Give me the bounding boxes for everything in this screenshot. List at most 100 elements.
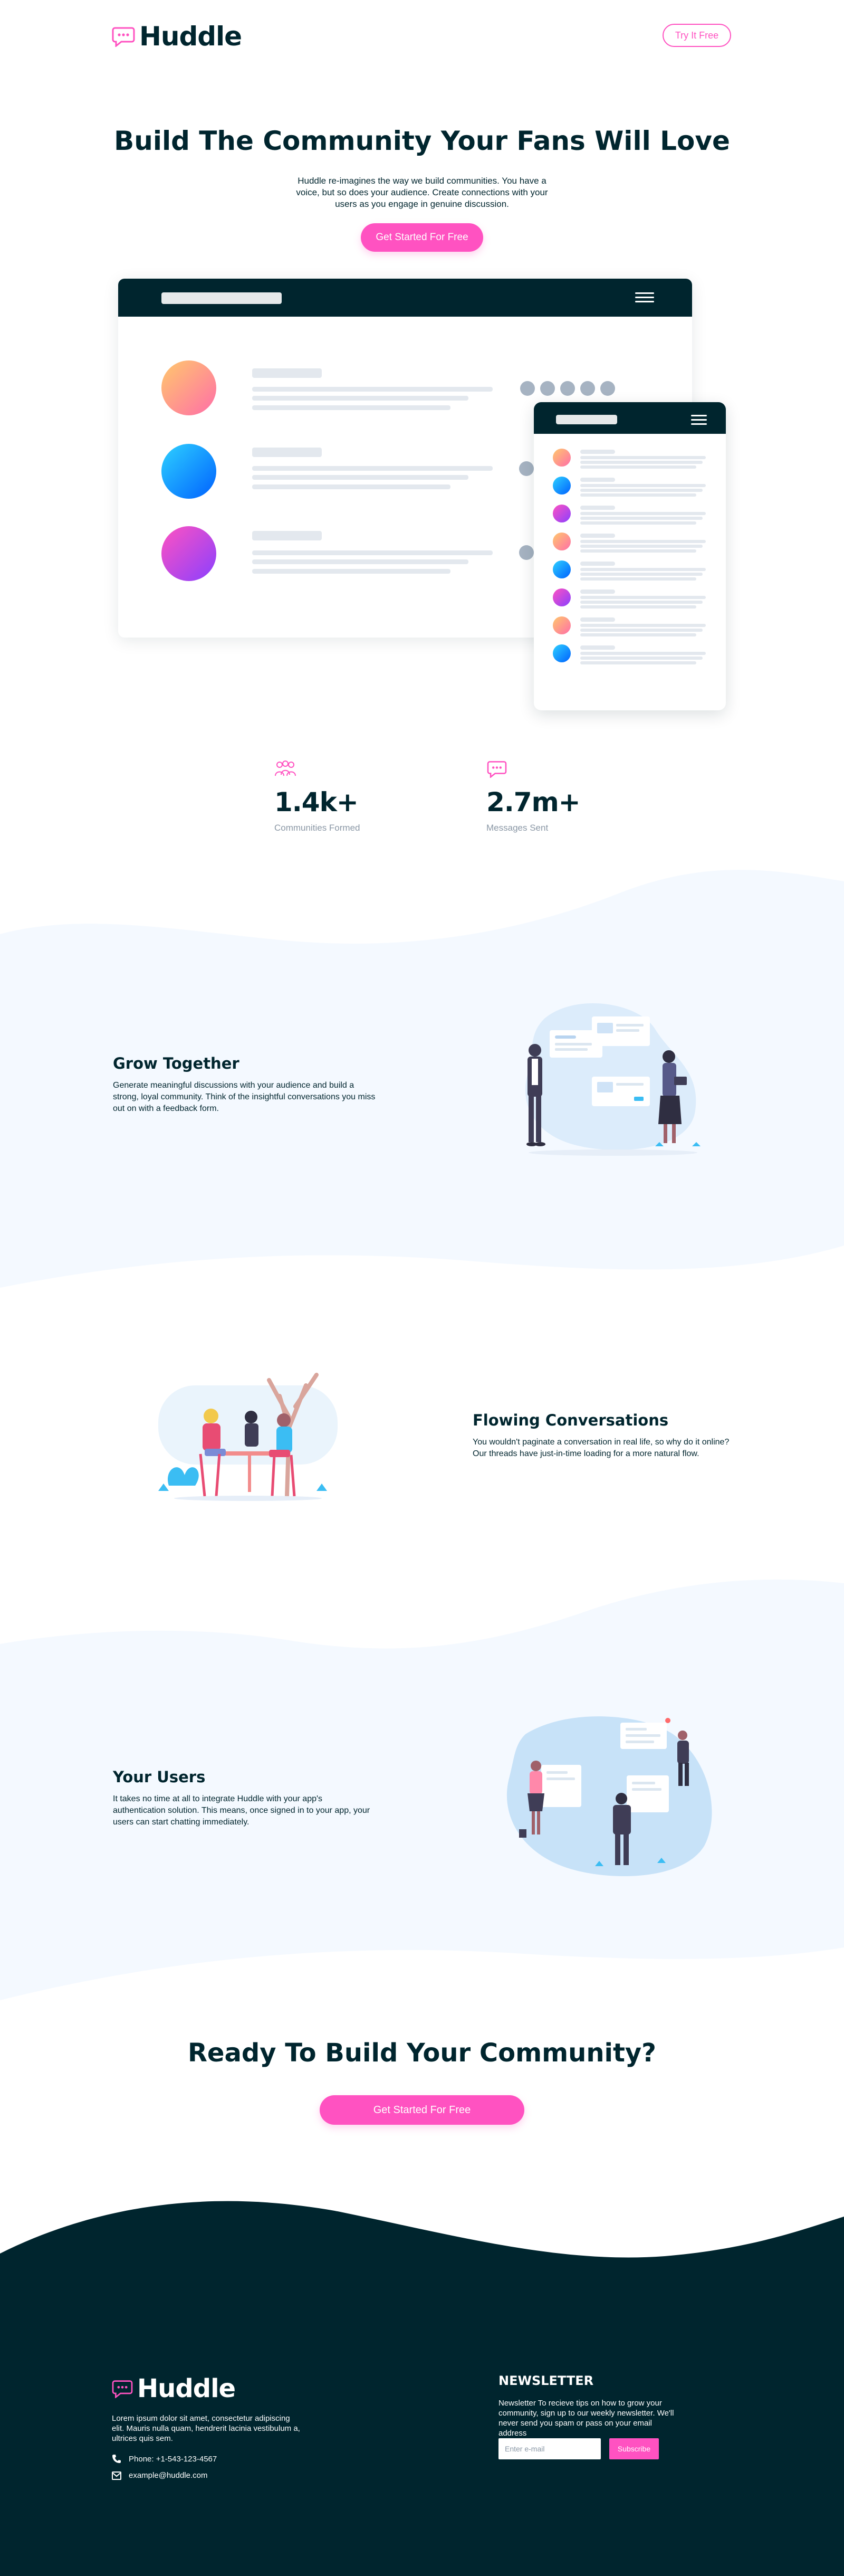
phone-text: Phone: +1-543-123-4567 bbox=[129, 2454, 217, 2464]
mobile-line bbox=[580, 545, 703, 548]
mobile-avatar bbox=[553, 505, 571, 522]
feature-text: You wouldn't paginate a conversation in … bbox=[473, 1438, 730, 1458]
mobile-avatar bbox=[553, 560, 571, 578]
mockup-dot bbox=[519, 545, 534, 560]
footer-brand-logo[interactable]: Huddle bbox=[112, 2374, 236, 2403]
phone-icon bbox=[112, 2455, 121, 2463]
mobile-avatar bbox=[553, 644, 571, 662]
mobile-line bbox=[580, 601, 703, 604]
mockup-avatar bbox=[161, 360, 216, 415]
mobile-line bbox=[580, 568, 706, 571]
mobile-line bbox=[580, 478, 615, 482]
mobile-line bbox=[580, 484, 706, 487]
mobile-avatar bbox=[553, 449, 571, 467]
mockup-dot bbox=[600, 381, 615, 396]
feature-title: Grow Together bbox=[113, 1054, 239, 1072]
newsletter-text: Newsletter To recieve tips on how to gro… bbox=[498, 2399, 674, 2438]
mobile-line bbox=[580, 534, 615, 538]
mockup-toolbar bbox=[118, 279, 692, 317]
mobile-line bbox=[580, 493, 696, 497]
mockup-line bbox=[252, 484, 450, 489]
mobile-line bbox=[580, 521, 696, 525]
stat-label: Communities Formed bbox=[274, 823, 360, 833]
mockup-address-bar bbox=[161, 292, 282, 304]
mockup-dot bbox=[580, 381, 595, 396]
mobile-line bbox=[580, 562, 615, 566]
mobile-line bbox=[580, 489, 703, 492]
mobile-line bbox=[580, 577, 696, 581]
mobile-line bbox=[580, 540, 706, 543]
footer-phone: Phone: +1-543-123-4567 bbox=[112, 2454, 217, 2464]
mobile-line bbox=[580, 549, 696, 553]
cta-get-started-button[interactable]: Get Started For Free bbox=[320, 2095, 524, 2125]
stat-value: 2.7m+ bbox=[486, 787, 581, 818]
mobile-line bbox=[580, 661, 696, 664]
mockup-dot bbox=[560, 381, 575, 396]
mobile-line bbox=[580, 506, 615, 510]
mockup-line bbox=[252, 448, 322, 457]
mockup-line bbox=[252, 405, 450, 410]
feature-flowing-conversations: Flowing Conversations You wouldn't pagin… bbox=[473, 1411, 731, 1460]
hero-subtitle: Huddle re-imagines the way we build comm… bbox=[296, 176, 548, 209]
mockup-avatar bbox=[161, 444, 216, 499]
mockup-line bbox=[252, 531, 322, 540]
mockup-dot bbox=[519, 461, 534, 476]
mobile-line bbox=[580, 657, 703, 660]
messages-icon bbox=[487, 761, 507, 778]
mobile-line bbox=[580, 512, 706, 515]
grow-together-illustration bbox=[525, 1003, 701, 1156]
mockup-avatar bbox=[161, 526, 216, 581]
mobile-address-bar bbox=[556, 415, 617, 424]
mockup-line bbox=[252, 387, 493, 392]
stat-label: Messages Sent bbox=[486, 823, 549, 833]
mobile-avatar bbox=[553, 533, 571, 550]
feature-title: Your Users bbox=[113, 1768, 206, 1786]
site-header: Huddle Try It Free bbox=[0, 0, 844, 74]
footer-brand-name: Huddle bbox=[137, 2374, 236, 2403]
mobile-toolbar bbox=[534, 402, 726, 434]
mockup-line bbox=[252, 569, 450, 574]
feature-text: It takes no time at all to integrate Hud… bbox=[113, 1794, 370, 1827]
feature-text: Generate meaningful discussions with you… bbox=[113, 1081, 376, 1113]
feature-grow-together: Grow Together Generate meaningful discus… bbox=[113, 1054, 377, 1115]
chat-logo-icon bbox=[112, 27, 135, 47]
mobile-line bbox=[580, 596, 706, 599]
cta-title: Ready To Build Your Community? bbox=[187, 2038, 657, 2068]
brand-logo[interactable]: Huddle bbox=[112, 23, 242, 50]
hero-get-started-button[interactable]: Get Started For Free bbox=[361, 223, 483, 252]
mockup-dot bbox=[540, 381, 555, 396]
mobile-avatar bbox=[553, 588, 571, 606]
feature-your-users: Your Users It takes no time at all to in… bbox=[113, 1768, 377, 1828]
mobile-line bbox=[580, 456, 706, 459]
newsletter-title: NEWSLETTER bbox=[498, 2373, 594, 2388]
mobile-mockup bbox=[534, 402, 726, 710]
mockup-line bbox=[252, 475, 468, 480]
your-users-illustration bbox=[506, 1716, 712, 1877]
mobile-line bbox=[580, 633, 696, 636]
footer-email[interactable]: example@huddle.com bbox=[112, 2471, 207, 2480]
mobile-line bbox=[580, 590, 615, 594]
menu-icon bbox=[691, 414, 707, 425]
email-text: example@huddle.com bbox=[129, 2471, 208, 2480]
menu-icon bbox=[635, 291, 654, 304]
mockup-line bbox=[252, 396, 468, 401]
mobile-line bbox=[580, 617, 615, 622]
mobile-line bbox=[580, 605, 696, 609]
mockup-line bbox=[252, 466, 493, 471]
mobile-avatar bbox=[553, 616, 571, 634]
stat-communities: 1.4k+ Communities Formed bbox=[274, 760, 360, 833]
newsletter-email-input[interactable] bbox=[498, 2438, 601, 2459]
feature-title: Flowing Conversations bbox=[473, 1411, 669, 1429]
try-it-free-button[interactable]: Try It Free bbox=[663, 24, 731, 47]
stat-value: 1.4k+ bbox=[274, 787, 359, 818]
mobile-line bbox=[580, 450, 615, 454]
chat-logo-icon bbox=[112, 2380, 133, 2398]
mockup-dot bbox=[520, 381, 535, 396]
mobile-line bbox=[580, 461, 703, 464]
flowing-conversations-illustration bbox=[158, 1373, 338, 1501]
brand-name: Huddle bbox=[139, 21, 242, 52]
mobile-line bbox=[580, 645, 615, 650]
mobile-line bbox=[580, 517, 703, 520]
subscribe-button[interactable]: Subscribe bbox=[609, 2438, 659, 2459]
mobile-line bbox=[580, 573, 703, 576]
